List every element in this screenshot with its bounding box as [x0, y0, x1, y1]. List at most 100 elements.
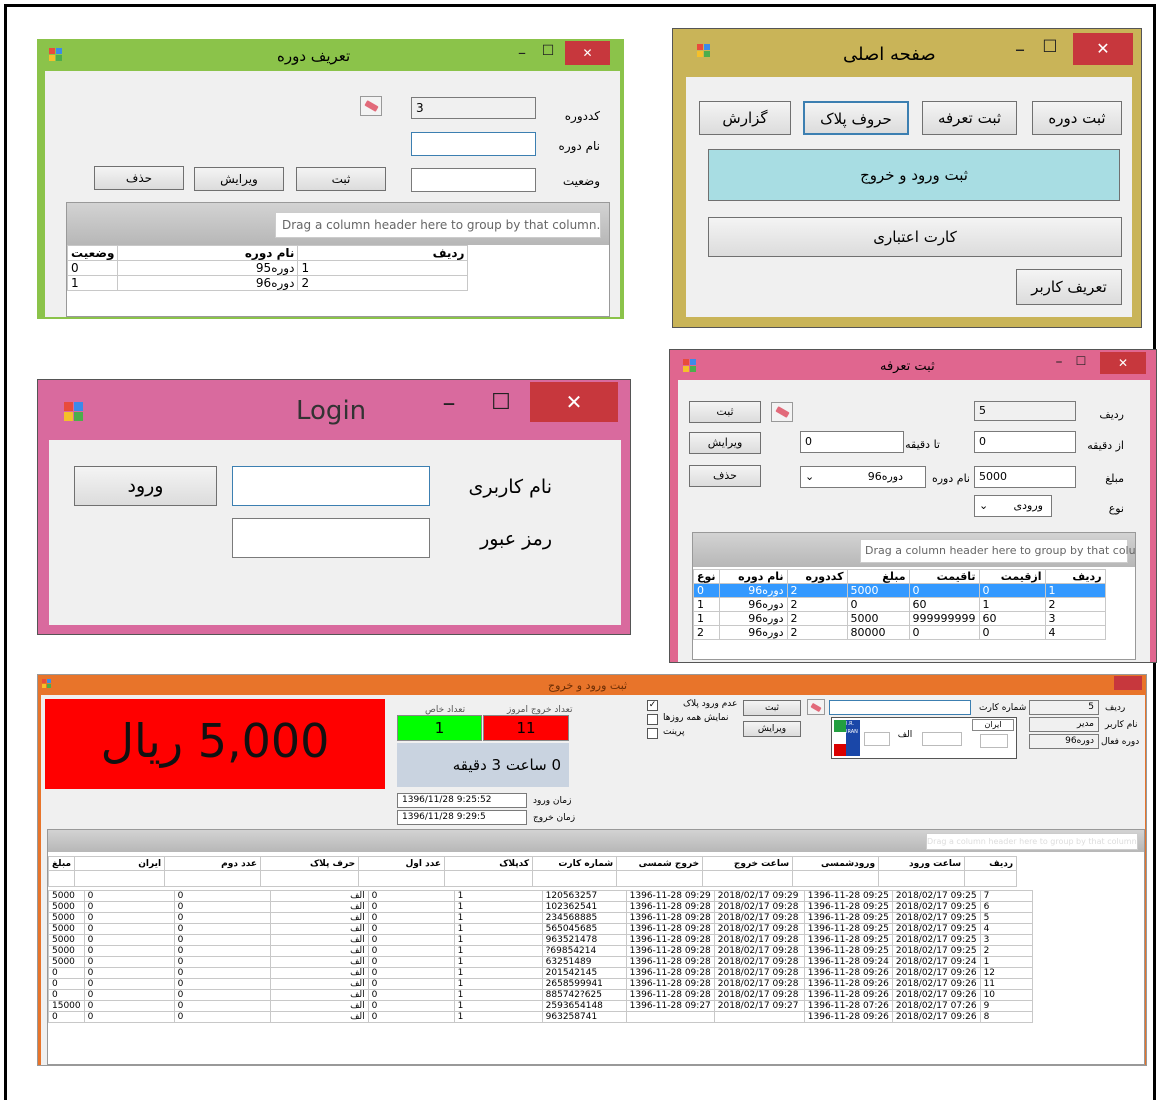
minimize-button[interactable]: – — [436, 388, 462, 418]
row-field[interactable]: 5 — [1029, 700, 1099, 715]
table-row[interactable]: 4 0 0 80000 2 دوره96 2 — [693, 625, 1106, 640]
minimize-button[interactable]: – — [1050, 354, 1068, 370]
username-field[interactable] — [232, 466, 430, 506]
close-button[interactable]: ✕ — [1073, 33, 1133, 65]
column-header[interactable]: کدپلاک — [444, 856, 534, 871]
table-row[interactable]: 3 60 999999999 5000 2 دوره96 1 — [693, 611, 1106, 626]
card-number-field[interactable] — [829, 700, 971, 715]
exit-time-field[interactable]: 1396/11/28 9:29:5 — [397, 810, 527, 825]
table-row[interactable]: 2 09:25 2018/02/17 09:25 1396-11-28 09:28 2… — [48, 945, 1033, 957]
table-row[interactable]: 11 09:26 2018/02/17 09:26 1396-11-28 09:28 … — [48, 978, 1033, 990]
column-header[interactable]: ردیف — [297, 245, 469, 261]
edit-button[interactable]: ویرایش — [194, 167, 284, 191]
course-name-field[interactable] — [411, 132, 536, 156]
plate-region-number[interactable] — [980, 734, 1008, 748]
delete-button[interactable]: حذف — [94, 166, 184, 190]
column-header[interactable]: نام دوره — [117, 245, 299, 261]
column-header[interactable]: حرف پلاک — [260, 856, 360, 871]
save-button[interactable]: ثبت — [689, 401, 761, 423]
login-button[interactable]: ورود — [74, 466, 217, 506]
column-header[interactable]: تاقیمت — [908, 569, 980, 584]
filter-row[interactable] — [48, 870, 1018, 887]
from-minute-field[interactable]: 0 — [974, 431, 1076, 453]
column-header[interactable]: ازقیمت — [978, 569, 1046, 584]
login-titlebar[interactable]: Login – ☐ ✕ — [38, 380, 630, 438]
table-row[interactable]: 12 09:26 2018/02/17 09:26 1396-11-28 09:28 … — [48, 967, 1033, 979]
table-row[interactable]: 2 1 60 0 2 دوره96 1 — [693, 597, 1106, 612]
print-checkbox[interactable] — [647, 728, 658, 739]
register-course-button[interactable]: ثبت دوره — [1032, 101, 1122, 135]
define-user-button[interactable]: تعریف کاربر — [1016, 269, 1122, 305]
column-header[interactable]: مبلغ — [48, 856, 76, 871]
table-row[interactable]: 6 09:25 2018/02/17 09:25 1396-11-28 09:28 2… — [48, 901, 1033, 913]
status-field[interactable] — [411, 168, 536, 192]
plate-letters-button[interactable]: حروف پلاک — [803, 101, 909, 135]
plate-first-number[interactable] — [864, 732, 890, 746]
row-field[interactable]: 5 — [974, 401, 1076, 421]
close-button[interactable]: ✕ — [1100, 352, 1146, 374]
column-header[interactable]: عدد دوم — [164, 856, 262, 871]
column-header[interactable]: نام دوره — [718, 569, 788, 584]
define-course-titlebar[interactable]: تعریف دوره – ☐ ✕ — [37, 39, 624, 71]
table-row[interactable]: 9 07:26 2018/02/17 07:26 1396-11-28 09:27 2… — [48, 1000, 1033, 1012]
table-row[interactable]: 4 09:25 2018/02/17 09:25 1396-11-28 09:28 2… — [48, 923, 1033, 935]
maximize-button[interactable]: ☐ — [1072, 354, 1090, 368]
show-all-days-checkbox[interactable] — [647, 714, 658, 725]
maximize-button[interactable]: ☐ — [538, 43, 558, 59]
edit-button[interactable]: ویرایش — [743, 721, 801, 737]
maximize-button[interactable]: ☐ — [1039, 37, 1061, 57]
eraser-icon[interactable] — [771, 402, 793, 422]
to-minute-field[interactable]: 0 — [800, 431, 904, 453]
password-field[interactable] — [232, 518, 430, 558]
entry-exit-titlebar[interactable]: ثبت ورود و خروج — [38, 675, 1146, 695]
tariff-titlebar[interactable]: ثبت تعرفه – ☐ ✕ — [670, 350, 1156, 380]
close-button[interactable] — [1114, 676, 1142, 690]
eraser-icon[interactable] — [360, 96, 382, 116]
active-course-field[interactable]: دوره96 — [1029, 734, 1099, 749]
column-header[interactable]: نوع — [693, 569, 720, 584]
plate-letter[interactable]: الف — [892, 730, 918, 744]
minimize-button[interactable]: – — [512, 43, 532, 62]
eraser-icon[interactable] — [807, 699, 825, 715]
table-row[interactable]: 10 09:26 2018/02/17 09:26 1396-11-28 09:28 … — [48, 989, 1033, 1001]
course-select[interactable]: دوره96 ⌄ — [800, 466, 926, 488]
maximize-button[interactable]: ☐ — [488, 390, 514, 415]
table-row[interactable]: 3 09:25 2018/02/17 09:25 1396-11-28 09:28 2… — [48, 934, 1033, 946]
type-select[interactable]: ورودی ⌄ — [974, 495, 1052, 517]
column-header[interactable]: کددوره — [786, 569, 848, 584]
minimize-button[interactable]: – — [1009, 37, 1031, 61]
credit-card-button[interactable]: کارت اعتباری — [708, 217, 1122, 257]
column-header[interactable]: خروج شمسی — [616, 856, 704, 871]
column-header[interactable]: ایران — [74, 856, 166, 871]
column-header[interactable]: شماره کارت — [532, 856, 618, 871]
table-row[interactable]: 1 دوره95 0 — [67, 260, 469, 276]
close-button[interactable]: ✕ — [565, 41, 610, 65]
register-tariff-button[interactable]: ثبت تعرفه — [922, 101, 1017, 135]
table-row[interactable]: 1 0 0 5000 2 دوره96 0 — [693, 583, 1106, 598]
report-button[interactable]: گزارش — [699, 101, 791, 135]
column-header[interactable]: ساعت خروج — [702, 856, 794, 871]
user-field[interactable]: مدیر — [1029, 717, 1099, 732]
edit-button[interactable]: ویرایش — [689, 432, 761, 454]
entry-exit-button[interactable]: ثبت ورود و خروج — [708, 149, 1120, 201]
delete-button[interactable]: حذف — [689, 465, 761, 487]
plate-second-number[interactable] — [922, 732, 962, 746]
amount-field[interactable]: 5000 — [974, 466, 1076, 488]
column-header[interactable]: مبلغ — [846, 569, 910, 584]
column-header[interactable]: ردیف — [1044, 569, 1106, 584]
save-button[interactable]: ثبت — [296, 167, 386, 191]
code-field[interactable]: 3 — [411, 97, 536, 119]
table-row[interactable]: 8 09:26 2018/02/17 09:26 1396-11-28 9632587… — [48, 1011, 1033, 1023]
main-page-titlebar[interactable]: صفحه اصلی – ☐ ✕ — [673, 29, 1141, 73]
close-button[interactable]: ✕ — [530, 382, 618, 422]
entry-time-field[interactable]: 1396/11/28 9:25:52 — [397, 793, 527, 808]
column-header[interactable]: وضعیت — [67, 245, 119, 261]
table-row[interactable]: 5 09:25 2018/02/17 09:25 1396-11-28 09:28 2… — [48, 912, 1033, 924]
column-header[interactable]: عدد اول — [358, 856, 446, 871]
column-header[interactable]: ساعت ورود — [878, 856, 966, 871]
save-button[interactable]: ثبت — [743, 700, 801, 716]
table-row[interactable]: 1 09:24 2018/02/17 09:24 1396-11-28 09:28 2… — [48, 956, 1033, 968]
column-header[interactable]: ردیف — [964, 856, 1018, 871]
table-row[interactable]: 2 دوره96 1 — [67, 275, 469, 291]
column-header[interactable]: ورودشمسی — [792, 856, 880, 871]
